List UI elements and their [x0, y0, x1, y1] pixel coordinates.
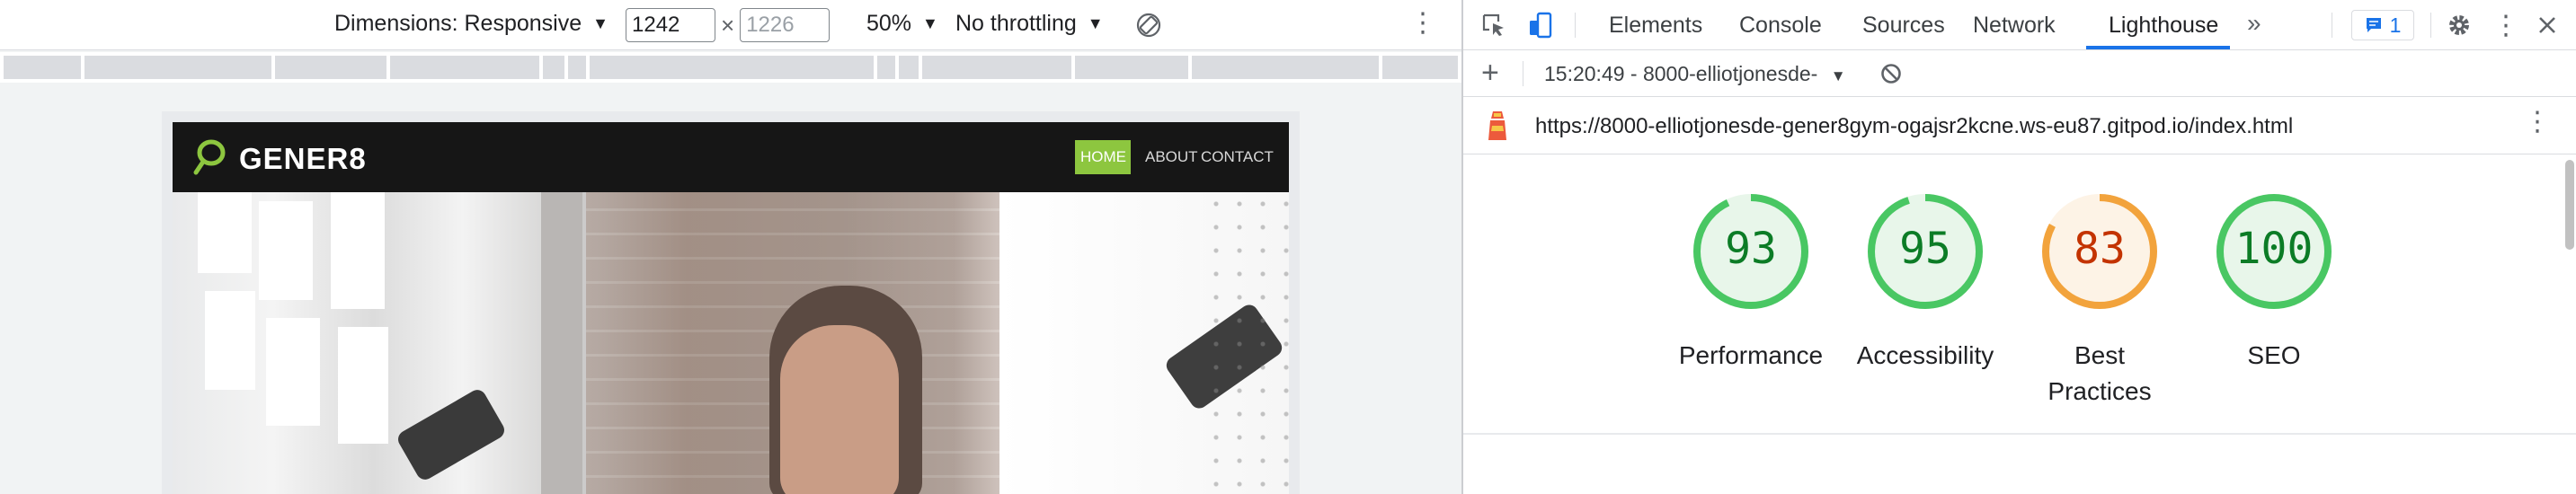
report-selector-label: 15:20:49 - 8000-elliotjonesde-	[1544, 62, 1818, 85]
throttling-dropdown[interactable]: No throttling ▼	[955, 11, 1104, 37]
issues-count: 1	[2389, 13, 2402, 37]
breakpoint-segment[interactable]	[590, 56, 874, 79]
score-value: 83	[2074, 224, 2126, 274]
tab-sources[interactable]: Sources	[1862, 0, 1945, 50]
lighthouse-icon	[1488, 111, 1506, 140]
new-report-icon[interactable]: +	[1481, 56, 1499, 91]
score-gauge[interactable]: 93 Performance	[1664, 190, 1838, 374]
hero-window-pane	[205, 291, 255, 390]
hero-image	[173, 192, 1289, 494]
report-selector[interactable]: 15:20:49 - 8000-elliotjonesde- ▼	[1544, 62, 1846, 86]
device-toggle-icon[interactable]	[1526, 11, 1555, 40]
more-options-icon[interactable]: ⋮	[1409, 10, 1436, 37]
zoom-dropdown[interactable]: 50% ▼	[866, 11, 938, 37]
lighthouse-scores: 93 Performance 95 Accessibility 83 Best Practi…	[1463, 154, 2576, 435]
breakpoint-segment[interactable]	[543, 56, 564, 79]
hero-window-pane	[198, 192, 252, 273]
chevron-down-icon: ▼	[1087, 14, 1104, 32]
site-brand[interactable]: GENER8	[239, 142, 367, 176]
gener8-logo-icon[interactable]	[192, 137, 227, 176]
score-label-line: SEO	[2247, 341, 2301, 369]
chevron-down-icon: ▼	[922, 14, 938, 32]
devtools-panel: Elements Console Sources Network Lightho…	[1461, 0, 2576, 494]
lighthouse-toolbar: + 15:20:49 - 8000-elliotjonesde- ▼	[1463, 50, 2576, 97]
hero-window-pane	[266, 318, 320, 426]
score-gauge[interactable]: 100 SEO	[2187, 190, 2361, 374]
score-label-line: Performance	[1678, 341, 1824, 369]
width-input[interactable]	[626, 8, 715, 42]
breakpoint-segment[interactable]	[84, 56, 271, 79]
more-tabs-icon[interactable]: »	[2247, 9, 2261, 38]
breakpoint-segment[interactable]	[275, 56, 386, 79]
dimensions-dropdown[interactable]: Dimensions: Responsive ▼	[334, 11, 608, 37]
breakpoint-segment[interactable]	[4, 56, 81, 79]
toolbar-divider	[1575, 13, 1576, 38]
devtools-tabbar: Elements Console Sources Network Lightho…	[1463, 0, 2576, 50]
more-options-icon[interactable]: ⋮	[2524, 109, 2551, 136]
issues-badge[interactable]: 1	[2351, 10, 2414, 40]
breakpoint-segment[interactable]	[1382, 56, 1458, 79]
breakpoint-segment[interactable]	[922, 56, 1071, 79]
score-value: 100	[2234, 224, 2314, 274]
breakpoint-segment[interactable]	[390, 56, 539, 79]
tab-lighthouse[interactable]: Lighthouse	[2109, 0, 2218, 50]
media-query-bar[interactable]	[0, 52, 1461, 83]
score-label-line: Practices	[2047, 377, 2152, 405]
tab-console[interactable]: Console	[1739, 0, 1822, 50]
device-toolbar: Dimensions: Responsive ▼ × 50% ▼ No thro…	[0, 0, 1461, 50]
score-value: 93	[1725, 224, 1777, 274]
hero-dots-pattern	[1204, 192, 1289, 494]
breakpoint-segment[interactable]	[899, 56, 919, 79]
size-inputs: ×	[626, 8, 831, 42]
breakpoint-segment[interactable]	[568, 56, 586, 79]
score-label-line: Best	[2074, 341, 2126, 369]
height-input[interactable]	[740, 8, 831, 42]
hero-person-face	[780, 325, 899, 494]
breakpoint-segment[interactable]	[1075, 56, 1188, 79]
toolbar-divider	[2430, 13, 2431, 38]
scrollbar-thumb[interactable]	[2565, 160, 2574, 250]
nav-home-link[interactable]: HOME	[1075, 140, 1131, 174]
hero-dumbbell	[395, 386, 508, 483]
chevron-down-icon: ▼	[1830, 67, 1846, 84]
dimensions-label: Dimensions: Responsive	[334, 11, 582, 36]
more-options-icon[interactable]: ⋮	[2492, 11, 2520, 40]
site-navbar: GENER8 HOME ABOUT CONTACT	[173, 122, 1289, 192]
breakpoint-segment[interactable]	[1192, 56, 1379, 79]
report-url-bar: https://8000-elliotjonesde-gener8gym-oga…	[1463, 97, 2576, 154]
breakpoint-segment[interactable]	[877, 56, 895, 79]
gear-icon[interactable]	[2445, 11, 2474, 40]
score-gauge[interactable]: 95 Accessibility	[1838, 190, 2012, 374]
hero-window-frame	[541, 192, 582, 494]
size-separator: ×	[721, 11, 735, 39]
score-label: Best Practices	[2012, 338, 2187, 410]
hero-window-pane	[259, 201, 313, 300]
hero-window-pane	[338, 327, 388, 444]
scores-divider	[1463, 433, 2576, 435]
close-icon[interactable]	[2533, 11, 2562, 40]
active-tab-indicator	[2086, 46, 2230, 49]
hero-window-pane	[331, 192, 385, 309]
score-label: SEO	[2187, 338, 2361, 374]
message-icon	[2366, 18, 2381, 32]
report-url[interactable]: https://8000-elliotjonesde-gener8gym-oga…	[1535, 114, 2293, 139]
device-viewport-pane: Dimensions: Responsive ▼ × 50% ▼ No thro…	[0, 0, 1461, 494]
score-label-line: Accessibility	[1856, 341, 1994, 369]
rotate-icon[interactable]	[1134, 11, 1163, 40]
emulated-page: GENER8 HOME ABOUT CONTACT	[173, 122, 1289, 494]
score-label: Performance	[1664, 338, 1838, 374]
score-gauge[interactable]: 83 Best Practices	[2012, 190, 2187, 410]
clear-reports-icon[interactable]	[1880, 63, 1902, 84]
score-label: Accessibility	[1838, 338, 2012, 374]
tab-elements[interactable]: Elements	[1609, 0, 1702, 50]
tab-network[interactable]: Network	[1973, 0, 2056, 50]
throttling-label: No throttling	[955, 11, 1077, 36]
inspect-element-icon[interactable]	[1479, 11, 1508, 40]
nav-contact-link[interactable]: CONTACT	[1195, 140, 1279, 174]
zoom-label: 50%	[866, 11, 912, 36]
nav-about-link[interactable]: ABOUT	[1140, 140, 1204, 174]
score-value: 95	[1899, 224, 1951, 274]
chevron-down-icon: ▼	[592, 14, 608, 32]
